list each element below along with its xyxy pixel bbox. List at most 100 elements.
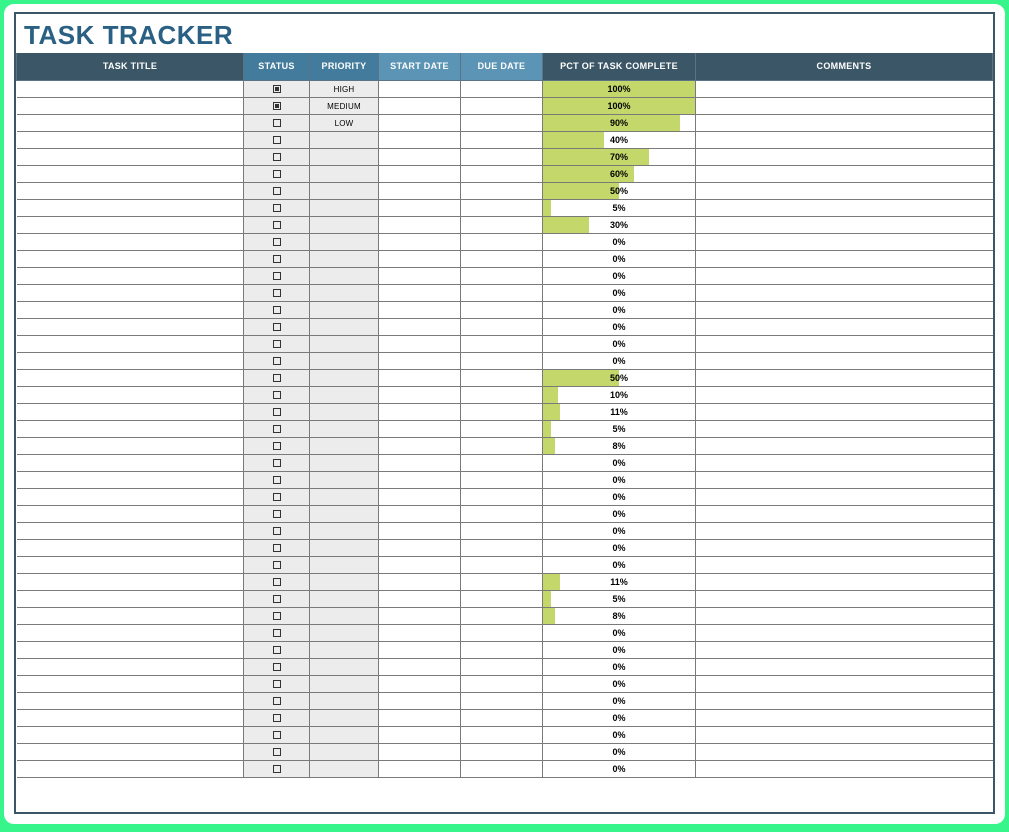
due-date-cell[interactable] (461, 573, 543, 590)
comments-cell[interactable] (696, 539, 993, 556)
comments-cell[interactable] (696, 709, 993, 726)
start-date-cell[interactable] (379, 80, 461, 97)
priority-cell[interactable] (310, 624, 379, 641)
task-title-cell[interactable] (17, 216, 244, 233)
start-date-cell[interactable] (379, 352, 461, 369)
pct-complete-cell[interactable]: 5% (543, 420, 696, 437)
pct-complete-cell[interactable]: 30% (543, 216, 696, 233)
pct-complete-cell[interactable]: 0% (543, 522, 696, 539)
comments-cell[interactable] (696, 437, 993, 454)
comments-cell[interactable] (696, 726, 993, 743)
task-title-cell[interactable] (17, 301, 244, 318)
comments-cell[interactable] (696, 352, 993, 369)
status-cell[interactable] (244, 420, 310, 437)
status-checkbox-icon[interactable] (273, 697, 281, 705)
status-cell[interactable] (244, 590, 310, 607)
due-date-cell[interactable] (461, 267, 543, 284)
pct-complete-cell[interactable]: 0% (543, 233, 696, 250)
priority-cell[interactable] (310, 556, 379, 573)
due-date-cell[interactable] (461, 692, 543, 709)
status-checkbox-icon[interactable] (273, 459, 281, 467)
due-date-cell[interactable] (461, 675, 543, 692)
due-date-cell[interactable] (461, 658, 543, 675)
task-title-cell[interactable] (17, 675, 244, 692)
status-cell[interactable] (244, 471, 310, 488)
status-checkbox-icon[interactable] (273, 578, 281, 586)
priority-cell[interactable] (310, 420, 379, 437)
due-date-cell[interactable] (461, 709, 543, 726)
pct-complete-cell[interactable]: 0% (543, 658, 696, 675)
status-cell[interactable] (244, 658, 310, 675)
pct-complete-cell[interactable]: 0% (543, 318, 696, 335)
status-checkbox-icon[interactable] (273, 85, 281, 93)
due-date-cell[interactable] (461, 505, 543, 522)
comments-cell[interactable] (696, 454, 993, 471)
status-cell[interactable] (244, 369, 310, 386)
due-date-cell[interactable] (461, 165, 543, 182)
status-checkbox-icon[interactable] (273, 714, 281, 722)
status-checkbox-icon[interactable] (273, 476, 281, 484)
pct-complete-cell[interactable]: 0% (543, 267, 696, 284)
task-title-cell[interactable] (17, 80, 244, 97)
status-cell[interactable] (244, 301, 310, 318)
start-date-cell[interactable] (379, 471, 461, 488)
start-date-cell[interactable] (379, 556, 461, 573)
status-cell[interactable] (244, 131, 310, 148)
pct-complete-cell[interactable]: 70% (543, 148, 696, 165)
comments-cell[interactable] (696, 165, 993, 182)
status-checkbox-icon[interactable] (273, 765, 281, 773)
status-checkbox-icon[interactable] (273, 748, 281, 756)
status-cell[interactable] (244, 165, 310, 182)
task-title-cell[interactable] (17, 573, 244, 590)
pct-complete-cell[interactable]: 0% (543, 454, 696, 471)
status-cell[interactable] (244, 148, 310, 165)
status-cell[interactable] (244, 624, 310, 641)
due-date-cell[interactable] (461, 250, 543, 267)
task-title-cell[interactable] (17, 284, 244, 301)
priority-cell[interactable] (310, 641, 379, 658)
start-date-cell[interactable] (379, 301, 461, 318)
priority-cell[interactable] (310, 607, 379, 624)
start-date-cell[interactable] (379, 182, 461, 199)
pct-complete-cell[interactable]: 8% (543, 437, 696, 454)
comments-cell[interactable] (696, 182, 993, 199)
start-date-cell[interactable] (379, 641, 461, 658)
status-cell[interactable] (244, 607, 310, 624)
status-cell[interactable] (244, 726, 310, 743)
due-date-cell[interactable] (461, 760, 543, 777)
status-checkbox-icon[interactable] (273, 374, 281, 382)
pct-complete-cell[interactable]: 0% (543, 709, 696, 726)
status-cell[interactable] (244, 539, 310, 556)
status-cell[interactable] (244, 743, 310, 760)
status-checkbox-icon[interactable] (273, 255, 281, 263)
priority-cell[interactable] (310, 658, 379, 675)
status-cell[interactable] (244, 573, 310, 590)
priority-cell[interactable] (310, 454, 379, 471)
priority-cell[interactable] (310, 335, 379, 352)
task-title-cell[interactable] (17, 607, 244, 624)
status-checkbox-icon[interactable] (273, 646, 281, 654)
start-date-cell[interactable] (379, 131, 461, 148)
status-checkbox-icon[interactable] (273, 510, 281, 518)
priority-cell[interactable] (310, 590, 379, 607)
priority-cell[interactable] (310, 182, 379, 199)
start-date-cell[interactable] (379, 148, 461, 165)
comments-cell[interactable] (696, 590, 993, 607)
pct-complete-cell[interactable]: 0% (543, 743, 696, 760)
status-checkbox-icon[interactable] (273, 527, 281, 535)
priority-cell[interactable] (310, 573, 379, 590)
start-date-cell[interactable] (379, 454, 461, 471)
pct-complete-cell[interactable]: 0% (543, 352, 696, 369)
due-date-cell[interactable] (461, 80, 543, 97)
status-checkbox-icon[interactable] (273, 102, 281, 110)
pct-complete-cell[interactable]: 5% (543, 199, 696, 216)
pct-complete-cell[interactable]: 0% (543, 556, 696, 573)
task-title-cell[interactable] (17, 522, 244, 539)
task-title-cell[interactable] (17, 148, 244, 165)
col-priority[interactable]: PRIORITY (310, 53, 379, 80)
task-title-cell[interactable] (17, 420, 244, 437)
status-cell[interactable] (244, 454, 310, 471)
status-cell[interactable] (244, 556, 310, 573)
status-checkbox-icon[interactable] (273, 544, 281, 552)
status-cell[interactable] (244, 335, 310, 352)
